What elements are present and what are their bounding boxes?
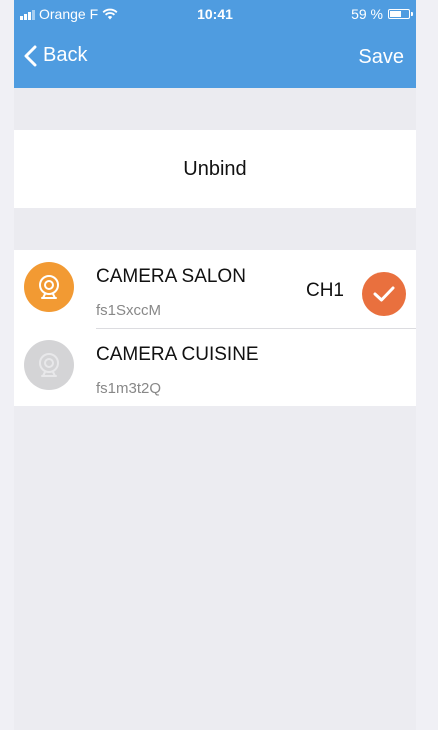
section-spacer-middle — [14, 208, 416, 250]
chevron-left-icon — [24, 45, 37, 66]
unbind-button[interactable]: Unbind — [14, 130, 416, 208]
back-button[interactable]: Back — [24, 44, 87, 67]
top-bar: Orange F 10:41 59 % Back Save — [14, 0, 416, 88]
battery-icon — [388, 9, 413, 19]
device-row[interactable]: CAMERA CUISINE fs1m3t2Q — [14, 328, 416, 406]
camera-icon — [39, 275, 59, 299]
device-avatar — [24, 262, 74, 312]
device-channel: CH1 — [305, 280, 344, 301]
device-name: CAMERA CUISINE — [96, 344, 259, 365]
camera-icon — [39, 353, 59, 377]
unbind-label: Unbind — [183, 157, 247, 180]
device-avatar — [24, 340, 74, 390]
device-name: CAMERA SALON — [96, 266, 246, 287]
save-button[interactable]: Save — [358, 46, 404, 69]
device-list: CAMERA SALON fs1SxccM CH1 CAMERA CUISINE… — [14, 250, 416, 406]
back-label: Back — [43, 44, 88, 66]
device-id: fs1SxccM — [96, 302, 162, 319]
checkmark-icon[interactable] — [362, 272, 406, 316]
battery-percent: 59 % — [351, 6, 383, 22]
section-spacer-top — [14, 88, 416, 130]
navigation-bar: Back Save — [14, 40, 416, 76]
empty-area — [14, 406, 416, 730]
device-row[interactable]: CAMERA SALON fs1SxccM CH1 — [14, 250, 416, 328]
status-bar: Orange F 10:41 59 % — [14, 0, 416, 28]
status-right: 59 % — [351, 6, 413, 22]
screen: Orange F 10:41 59 % Back Save Unbind CAM… — [0, 0, 438, 730]
device-id: fs1m3t2Q — [96, 380, 162, 397]
